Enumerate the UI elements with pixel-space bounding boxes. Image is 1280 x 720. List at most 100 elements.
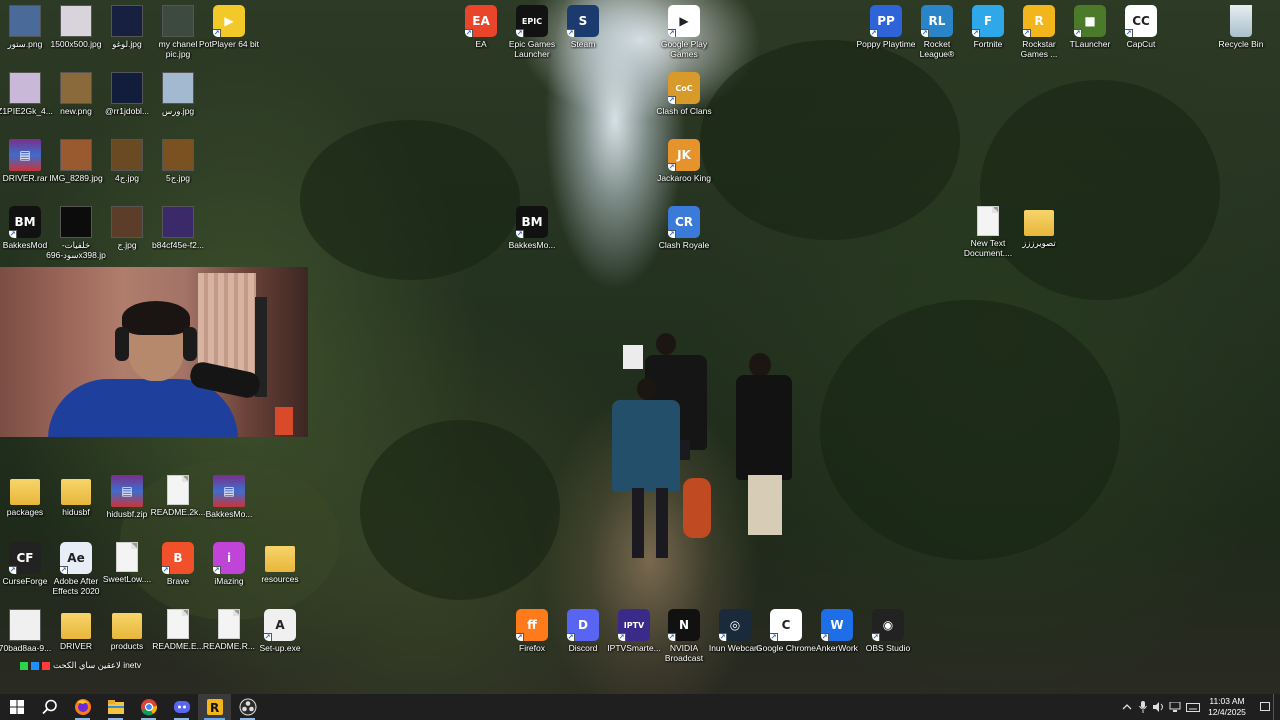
set-up-exe-icon: A ↗ <box>264 609 296 641</box>
taskbar-file-explorer[interactable] <box>99 694 132 720</box>
desktop-icon-jackaroo-king[interactable]: JK ↗ Jackaroo King <box>653 134 715 200</box>
adobe-after-effects-2020-icon: Ae ↗ <box>60 542 92 574</box>
document-icon <box>167 609 189 639</box>
system-clock[interactable]: 11:03 AM 12/4/2025 <box>1203 696 1251 718</box>
document-icon <box>116 542 138 572</box>
folder-icon <box>112 613 142 639</box>
desktop-icon-label: BakkesMo... <box>508 240 556 250</box>
image-thumbnail-icon <box>162 72 194 104</box>
obs-icon <box>239 698 256 716</box>
desktop-icon-jpg[interactable]: ورس.jpg <box>147 67 209 133</box>
folder-icon <box>61 479 91 505</box>
desktop-icon-clash-royale[interactable]: CR ↗ Clash Royale <box>653 201 715 267</box>
desktop-icon-clash-of-clans[interactable]: CoC ↗ Clash of Clans <box>653 67 715 133</box>
google-chrome-icon: C ↗ <box>770 609 802 641</box>
taskbar-discord[interactable] <box>165 694 198 720</box>
google-play-games-icon: ▶ ↗ <box>668 5 700 37</box>
folder-icon <box>1024 210 1054 236</box>
poppy-playtime-icon: PP ↗ <box>870 5 902 37</box>
desktop-icon-bakkesmo[interactable]: ▤ BakkesMo... <box>198 470 260 536</box>
shortcut-arrow-icon: ↗ <box>872 633 880 641</box>
clock-date: 12/4/2025 <box>1208 707 1246 717</box>
desktop-icon-capcut[interactable]: CC ↗ CapCut <box>1110 0 1172 66</box>
image-thumbnail-icon <box>60 72 92 104</box>
desktop-icon-b84cf45e-f2[interactable]: b84cf45e-f2... <box>147 201 209 267</box>
desktop-icon-label: BakkesMo... <box>205 509 253 519</box>
shortcut-arrow-icon: ↗ <box>972 29 980 37</box>
desktop-icon-recycle-bin[interactable]: Recycle Bin <box>1210 0 1272 66</box>
image-thumbnail-icon <box>111 5 143 37</box>
shortcut-arrow-icon: ↗ <box>668 96 676 104</box>
desktop-icon-steam[interactable]: S ↗ Steam <box>552 0 614 66</box>
clash-of-clans-icon: CoC ↗ <box>668 72 700 104</box>
desktop-icon-obs-studio[interactable]: ◉ ↗ OBS Studio <box>857 604 919 670</box>
desktop-icon-label: Clash Royale <box>658 240 710 250</box>
shortcut-arrow-icon: ↗ <box>162 566 170 574</box>
clash-royale-icon: CR ↗ <box>668 206 700 238</box>
notifications-icon[interactable] <box>1257 694 1273 720</box>
recycle-bin-icon <box>1230 5 1252 37</box>
taskbar-obs[interactable] <box>231 694 264 720</box>
shortcut-arrow-icon: ↗ <box>668 29 676 37</box>
ankerwork-icon: W ↗ <box>821 609 853 641</box>
system-tray: 11:03 AM 12/4/2025 <box>1119 694 1280 720</box>
shortcut-arrow-icon: ↗ <box>1023 29 1031 37</box>
shortcut-arrow-icon: ↗ <box>9 566 17 574</box>
shortcut-arrow-icon: ↗ <box>821 633 829 641</box>
search-icon <box>41 699 57 715</box>
desktop-icon-label: ورس.jpg <box>161 106 195 116</box>
document-icon <box>167 475 189 505</box>
capcut-icon: CC ↗ <box>1125 5 1157 37</box>
iptvsmarte-icon: IPTV ↗ <box>618 609 650 641</box>
search-button[interactable] <box>33 694 66 720</box>
steam-icon: S ↗ <box>567 5 599 37</box>
desktop-icon-label: b84cf45e-f2... <box>152 240 204 250</box>
desktop-icon-label: Recycle Bin <box>1218 39 1264 49</box>
brave-icon: B ↗ <box>162 542 194 574</box>
desktop-icon-item[interactable]: تصويرززز <box>1008 201 1070 267</box>
image-thumbnail-icon <box>111 72 143 104</box>
webcam-overlay <box>0 267 308 437</box>
epic-games-launcher-icon: EPIC ↗ <box>516 5 548 37</box>
shortcut-arrow-icon: ↗ <box>264 633 272 641</box>
taskbar-firefox[interactable] <box>66 694 99 720</box>
folder-icon <box>265 546 295 572</box>
imazing-icon: i ↗ <box>213 542 245 574</box>
shortcut-arrow-icon: ↗ <box>465 29 473 37</box>
tlauncher-icon: ■ ↗ <box>1074 5 1106 37</box>
shortcut-arrow-icon: ↗ <box>1125 29 1133 37</box>
show-desktop-button[interactable] <box>1273 694 1280 720</box>
taskbar-rockstar[interactable]: R <box>198 694 231 720</box>
image-thumbnail-icon <box>60 206 92 238</box>
archive-icon: ▤ <box>9 139 41 171</box>
desktop-icon-bakkesmo[interactable]: BM ↗ BakkesMo... <box>501 201 563 267</box>
archive-icon: ▤ <box>213 475 245 507</box>
folder-icon <box>61 613 91 639</box>
potplayer-64-bit-icon: ▶ ↗ <box>213 5 245 37</box>
desktop-icon-set-up-exe[interactable]: A ↗ Set-up.exe <box>249 604 311 670</box>
keyboard-icon[interactable] <box>1183 694 1203 720</box>
taskbar-chrome[interactable] <box>132 694 165 720</box>
chevron-up-icon[interactable] <box>1119 694 1135 720</box>
microphone-icon[interactable] <box>1135 694 1151 720</box>
jackaroo-king-icon: JK ↗ <box>668 139 700 171</box>
desktop-icon-potplayer-64-bit[interactable]: ▶ ↗ PotPlayer 64 bit <box>198 0 260 66</box>
overlay-ticker: لاعقين ساي الكحت inetv <box>20 660 141 671</box>
desktop-icon-resources[interactable]: resources <box>249 537 311 603</box>
desktop-icon-5-jpg[interactable]: 5ج.jpg <box>147 134 209 200</box>
shortcut-arrow-icon: ↗ <box>213 566 221 574</box>
image-thumbnail-icon <box>162 206 194 238</box>
bakkesmo-icon: BM ↗ <box>516 206 548 238</box>
desktop-icon-label: تصويرززز <box>1022 238 1056 248</box>
shortcut-arrow-icon: ↗ <box>1074 29 1082 37</box>
rockstar-icon: R <box>206 699 223 715</box>
desktop-icon-google-play-games[interactable]: ▶ ↗ Google Play Games <box>653 0 715 66</box>
shortcut-arrow-icon: ↗ <box>567 29 575 37</box>
image-thumbnail-icon <box>111 139 143 171</box>
clock-time: 11:03 AM <box>1209 696 1245 706</box>
speaker-icon[interactable] <box>1151 694 1167 720</box>
archive-icon: ▤ <box>111 475 143 507</box>
shortcut-arrow-icon: ↗ <box>516 230 524 238</box>
network-icon[interactable] <box>1167 694 1183 720</box>
start-button[interactable] <box>0 694 33 720</box>
